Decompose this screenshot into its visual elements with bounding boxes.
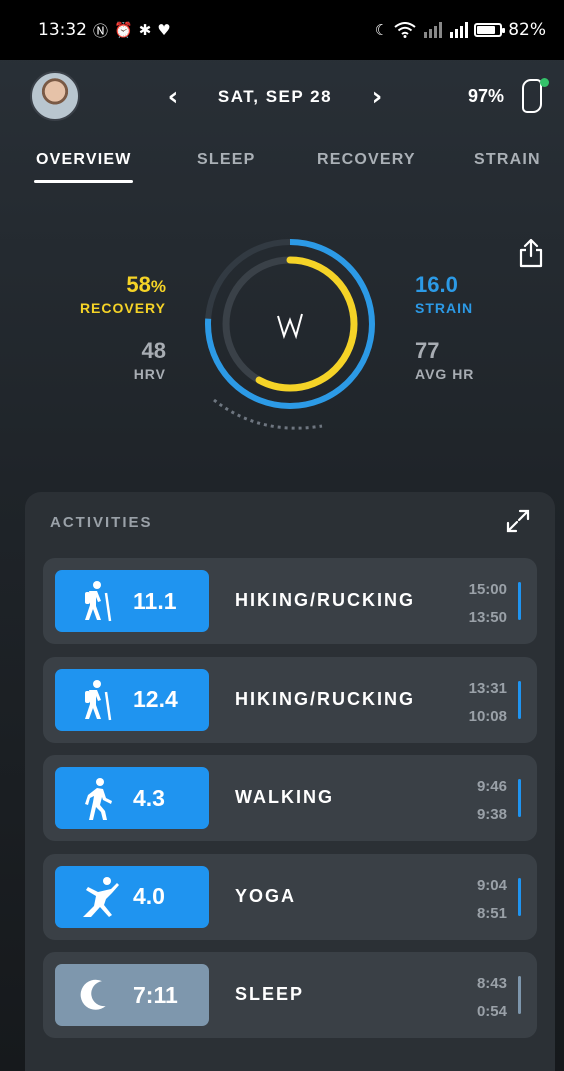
tab-strain[interactable]: STRAIN xyxy=(474,151,541,169)
activity-value: 12.4 xyxy=(133,686,178,712)
activity-row[interactable]: 11.1 HIKING/RUCKING 15:00 13:50 xyxy=(43,558,537,644)
activity-times: 13:31 10:08 xyxy=(469,675,507,731)
nfc-icon: Ⓝ xyxy=(93,21,109,40)
connected-status-dot xyxy=(540,78,549,87)
activity-value: 7:11 xyxy=(133,981,178,1008)
recovery-strain-ring[interactable] xyxy=(200,236,380,436)
activity-row[interactable]: 7:11 SLEEP 8:43 0:54 xyxy=(43,952,537,1038)
hrv-label: HRV xyxy=(133,366,166,382)
activity-name: SLEEP xyxy=(235,984,305,1004)
activity-name: YOGA xyxy=(235,885,297,906)
activity-row[interactable]: 4.3 WALKING 9:46 9:38 xyxy=(43,755,537,841)
wifi-icon xyxy=(394,22,416,38)
activity-badge: 4.3 xyxy=(55,767,209,829)
activities-card: ACTIVITIES 11.1 HIKING/RUCKING 15:00 13:50 1… xyxy=(25,492,555,1071)
status-bar: 13:32 Ⓝ ⏰ ✱ ♥ ☾ 82% xyxy=(0,0,564,60)
tab-bar: OVERVIEW SLEEP RECOVERY STRAIN xyxy=(0,145,564,185)
strain-label: STRAIN xyxy=(415,300,474,316)
status-time: 13:32 xyxy=(38,20,87,40)
bluetooth-icon: ✱ xyxy=(138,21,152,39)
activity-badge: 12.4 xyxy=(55,668,209,731)
activity-start-time: 0:54 xyxy=(476,1003,507,1020)
heart-icon: ♥ xyxy=(157,21,171,39)
recovery-metric[interactable]: 58% RECOVERY xyxy=(80,272,166,316)
activity-badge: 11.1 xyxy=(55,570,209,632)
activity-times: 8:43 0:54 xyxy=(477,970,507,1026)
status-right: ☾ 82% xyxy=(375,20,546,40)
activity-row[interactable]: 4.0 YOGA 9:04 8:51 xyxy=(43,853,537,940)
signal-icon-2 xyxy=(450,22,469,38)
do-not-disturb-moon-icon: ☾ xyxy=(374,21,389,39)
activity-name: HIKING/RUCKING xyxy=(235,688,415,709)
activity-value: 4.0 xyxy=(133,883,165,909)
activity-times: 9:46 9:38 xyxy=(477,773,507,829)
activity-duration-bar xyxy=(518,779,521,817)
activities-title: ACTIVITIES xyxy=(50,514,153,531)
activity-end-time: 9:46 xyxy=(476,778,507,795)
activity-end-time: 9:04 xyxy=(476,876,507,894)
activity-duration-bar xyxy=(518,680,521,719)
activity-end-time: 8:43 xyxy=(476,975,507,992)
walking-icon xyxy=(77,776,121,820)
moon-icon xyxy=(77,973,121,1017)
activity-name: HIKING/RUCKING xyxy=(235,590,415,610)
activity-badge: 7:11 xyxy=(55,964,209,1026)
hiking-icon xyxy=(77,678,121,722)
activity-start-time: 10:08 xyxy=(468,707,507,725)
yoga-icon xyxy=(77,875,121,919)
device-battery: 97% xyxy=(468,86,505,106)
strain-value: 16.0 xyxy=(415,272,458,297)
activity-value: 11.1 xyxy=(133,587,177,614)
activity-end-time: 13:31 xyxy=(468,679,507,697)
activity-row[interactable]: 12.4 HIKING/RUCKING 13:31 10:08 xyxy=(43,656,537,743)
strain-metric[interactable]: 16.0 STRAIN xyxy=(415,272,473,316)
active-tab-indicator xyxy=(34,180,133,183)
activity-duration-bar xyxy=(518,976,521,1014)
activity-name: WALKING xyxy=(235,787,334,807)
hiking-icon xyxy=(77,579,121,623)
activity-times: 9:04 8:51 xyxy=(477,872,507,928)
share-icon[interactable] xyxy=(518,238,544,268)
activity-start-time: 13:50 xyxy=(468,609,507,626)
battery-icon xyxy=(474,23,506,37)
activity-duration-bar xyxy=(518,877,521,916)
expand-icon[interactable] xyxy=(505,508,531,534)
hrv-metric[interactable]: 48 HRV xyxy=(134,338,166,382)
hrv-value: 48 xyxy=(141,338,166,363)
activity-end-time: 15:00 xyxy=(468,581,507,598)
activity-times: 15:00 13:50 xyxy=(469,576,507,632)
tab-sleep[interactable]: SLEEP xyxy=(197,151,255,169)
status-left: 13:32 Ⓝ ⏰ ✱ ♥ xyxy=(38,20,171,41)
activity-badge: 4.0 xyxy=(55,865,209,928)
activity-start-time: 9:38 xyxy=(476,806,507,823)
tab-overview[interactable]: OVERVIEW xyxy=(36,151,132,169)
header: ‹ SAT, SEP 28 › 97% xyxy=(0,60,564,132)
recovery-value: 58 xyxy=(126,272,151,297)
signal-icon xyxy=(424,22,443,38)
whoop-logo-icon xyxy=(277,313,303,340)
battery-percent: 82% xyxy=(508,20,546,40)
chevron-left-icon[interactable]: ‹ xyxy=(160,84,186,110)
avatar[interactable] xyxy=(30,71,80,121)
recovery-unit: % xyxy=(150,277,166,296)
date-label: SAT, SEP 28 xyxy=(217,87,333,106)
alarm-icon: ⏰ xyxy=(114,21,133,39)
activity-start-time: 8:51 xyxy=(476,904,507,922)
avg-hr-metric[interactable]: 77 AVG HR xyxy=(415,338,474,382)
strap-device-icon[interactable] xyxy=(518,76,549,116)
tab-recovery[interactable]: RECOVERY xyxy=(317,151,416,169)
recovery-label: RECOVERY xyxy=(79,300,166,316)
activity-value: 4.3 xyxy=(133,784,165,811)
chevron-right-icon[interactable]: › xyxy=(364,84,390,110)
avg-hr-label: AVG HR xyxy=(415,366,475,382)
date-navigator: ‹ SAT, SEP 28 › xyxy=(160,82,390,112)
avg-hr-value: 77 xyxy=(415,338,440,363)
activity-duration-bar xyxy=(518,582,521,620)
